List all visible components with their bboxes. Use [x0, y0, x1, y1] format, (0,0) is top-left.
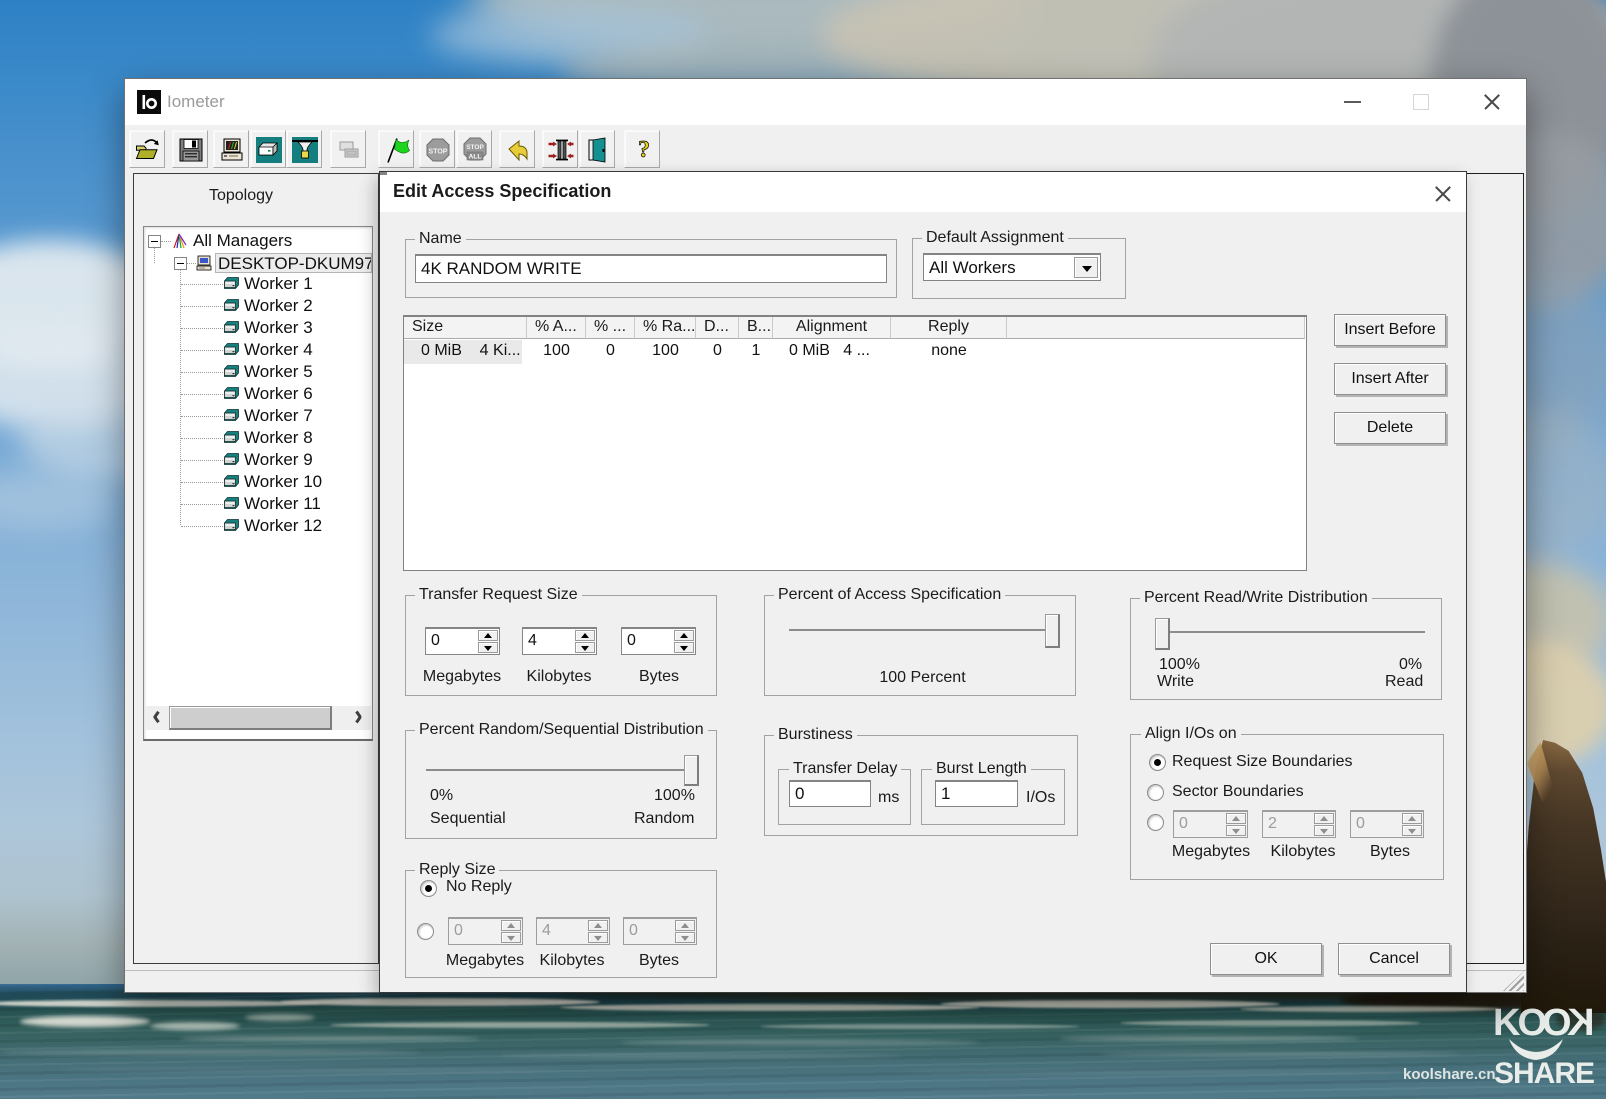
- svg-text:STOP: STOP: [466, 144, 484, 151]
- svg-text:ALL: ALL: [469, 154, 482, 161]
- svg-text:?: ?: [638, 137, 650, 163]
- svg-text:STOP: STOP: [429, 149, 448, 156]
